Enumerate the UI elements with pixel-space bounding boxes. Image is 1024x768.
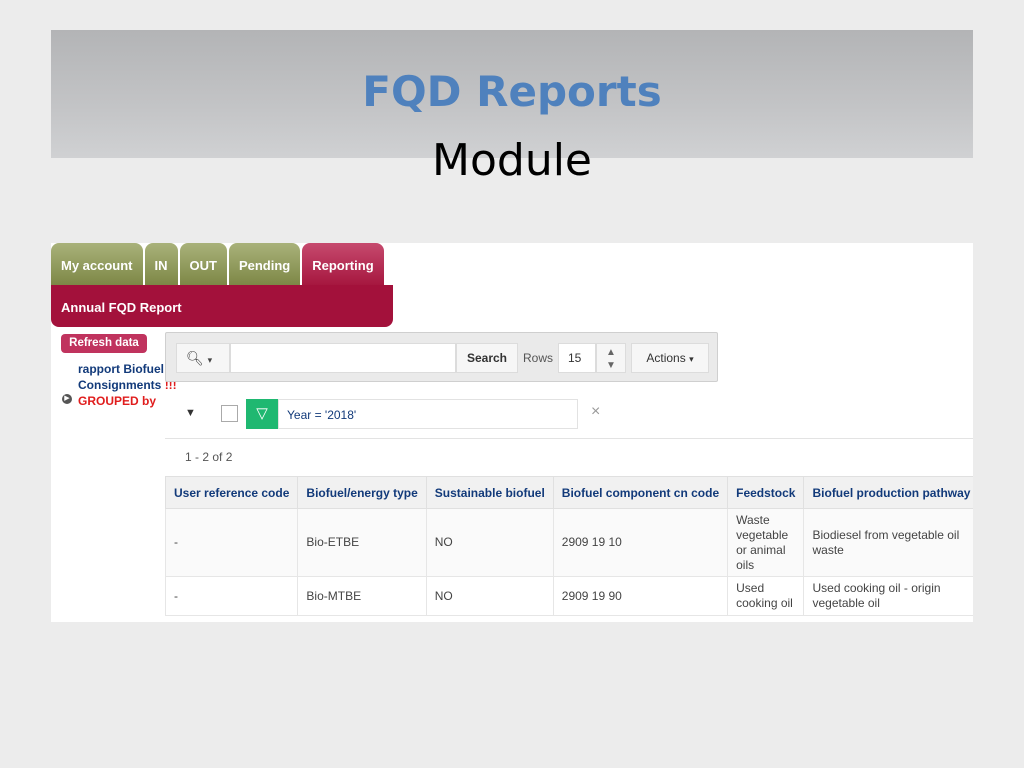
remove-filter-icon[interactable]: × — [591, 403, 600, 421]
search-input[interactable] — [230, 343, 456, 373]
chevron-down-icon: ▾ — [689, 354, 694, 364]
search-toolbar: 🔍︎ ▾ Search Rows 15 ▲ ▼ Actions ▾ — [165, 332, 718, 382]
rows-select[interactable]: 15 — [558, 343, 596, 373]
pagination-info: 1 - 2 of 2 — [185, 450, 233, 464]
table-cell: Bio-ETBE — [297, 508, 427, 577]
table-cell: Waste vegetable or animal oils — [727, 508, 805, 577]
search-column-selector[interactable]: 🔍︎ ▾ — [176, 343, 230, 373]
column-header-biofuel-energy-type[interactable]: Biofuel/energy type — [297, 476, 427, 509]
table-row: - Bio-MTBE NO 2909 19 90 Used cooking oi… — [164, 576, 973, 616]
tab-reporting[interactable]: Reporting — [302, 243, 384, 285]
tab-pending[interactable]: Pending — [228, 243, 301, 285]
column-header-sustainable-biofuel[interactable]: Sustainable biofuel — [425, 476, 554, 509]
filter-funnel-icon: ▽ — [246, 399, 278, 429]
column-header-production-pathway[interactable]: Biofuel production pathway — [803, 476, 973, 509]
main-tabs: My account IN OUT Pending Reporting — [51, 243, 386, 285]
filter-condition[interactable]: Year = '2018' — [278, 399, 578, 429]
table-cell: 2909 19 10 — [552, 508, 729, 577]
report-link-text: rapport Biofuel Consignments — [78, 362, 164, 392]
actions-label: Actions — [646, 351, 686, 365]
app-screenshot: My account IN OUT Pending Reporting Annu… — [51, 243, 973, 622]
column-header-feedstock[interactable]: Feedstock — [727, 476, 805, 509]
divider — [165, 438, 973, 439]
slide-title-band: FQD Reports Module — [51, 30, 973, 186]
column-header-cn-code[interactable]: Biofuel component cn code — [552, 476, 729, 509]
table-row: - Bio-ETBE NO 2909 19 10 Waste vegetable… — [164, 508, 973, 577]
chevron-down-icon: ▾ — [207, 355, 213, 365]
table-cell: Biodiesel from vegetable oil waste — [803, 508, 973, 577]
table-cell: 2909 19 90 — [552, 576, 729, 616]
refresh-data-button[interactable]: Refresh data — [61, 334, 147, 353]
table-cell: - — [164, 508, 299, 577]
slide-title: FQD Reports — [362, 67, 662, 116]
rows-label: Rows — [523, 351, 554, 365]
table-header-row: User reference code Biofuel/energy type … — [164, 476, 973, 509]
search-button[interactable]: Search — [456, 343, 518, 373]
table-cell: NO — [425, 576, 554, 616]
tab-out[interactable]: OUT — [179, 243, 227, 285]
actions-menu-button[interactable]: Actions ▾ — [631, 343, 709, 373]
tab-in[interactable]: IN — [144, 243, 178, 285]
collapse-filter-icon[interactable]: ▼ — [185, 407, 196, 419]
table-cell: NO — [425, 508, 554, 577]
search-icon: 🔍︎ — [186, 350, 204, 366]
table-cell: Used cooking oil — [727, 576, 805, 616]
table-cell: Used cooking oil - origin vegetable oil — [803, 576, 973, 616]
report-table: User reference code Biofuel/energy type … — [164, 476, 973, 616]
slide-subtitle: Module — [432, 135, 592, 186]
column-header-user-reference-code[interactable]: User reference code — [164, 476, 299, 509]
filter-enable-checkbox[interactable] — [221, 405, 238, 422]
tab-my-account[interactable]: My account — [51, 243, 143, 285]
table-cell: Bio-MTBE — [297, 576, 427, 616]
table-cell: - — [164, 576, 299, 616]
subnav-annual-fqd-report[interactable]: Annual FQD Report — [51, 285, 393, 327]
report-link[interactable]: rapport Biofuel Consignments !!! GROUPED… — [78, 361, 178, 409]
rows-spinner-icon[interactable]: ▲ ▼ — [596, 343, 626, 373]
play-bullet-icon: ▶ — [62, 394, 72, 404]
